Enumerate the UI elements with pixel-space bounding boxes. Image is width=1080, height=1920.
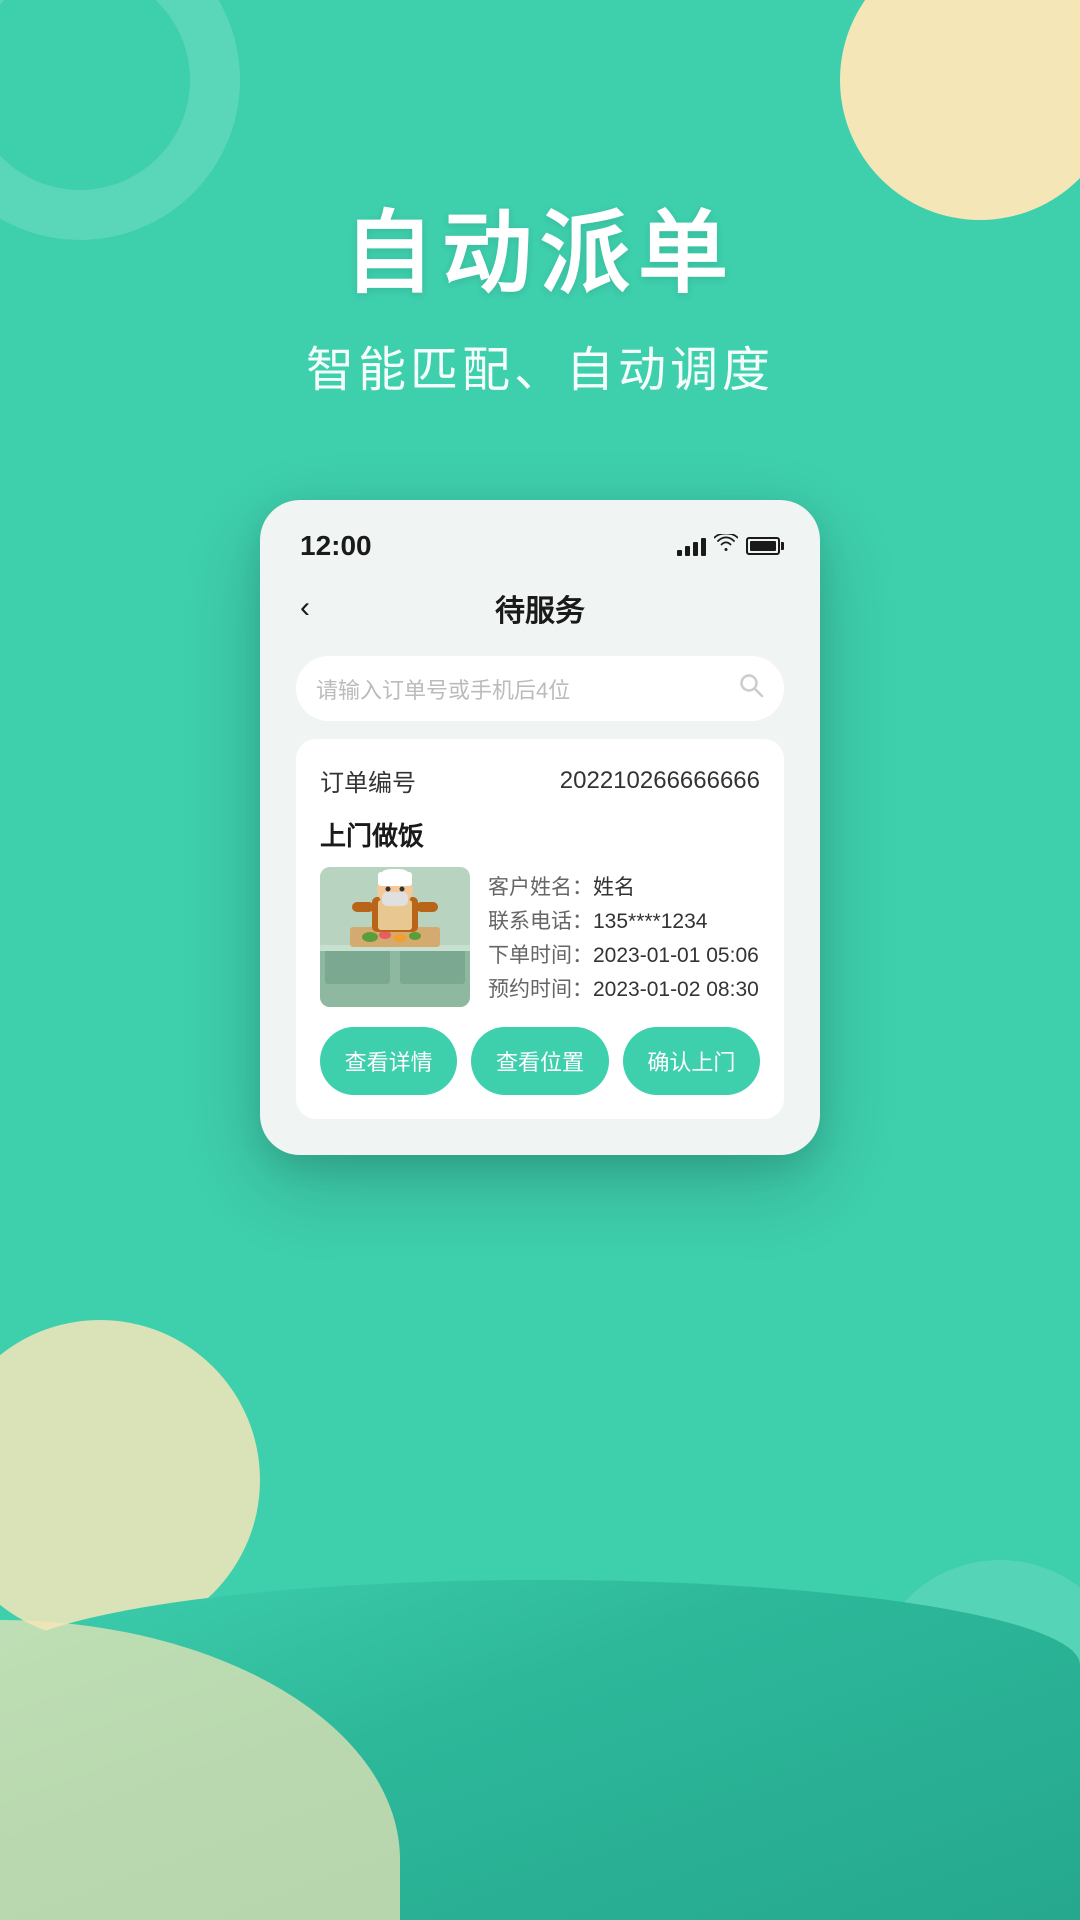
status-bar: 12:00 — [280, 520, 800, 576]
phone-label: 联系电话： — [488, 910, 593, 933]
battery-icon — [746, 537, 780, 555]
search-placeholder: 请输入订单号或手机后4位 — [316, 673, 570, 705]
customer-name-label: 客户姓名： — [488, 876, 593, 899]
phone-wrapper: 12:00 — [0, 500, 1080, 1155]
search-bar[interactable]: 请输入订单号或手机后4位 — [296, 656, 784, 721]
order-time-value: 2023-01-01 05:06 — [593, 944, 759, 967]
service-type: 上门做饭 — [320, 816, 760, 853]
order-number-row: 订单编号 202210266666666 — [320, 763, 760, 798]
status-icons — [677, 534, 780, 558]
main-title: 自动派单 — [0, 180, 1080, 310]
nav-bar: ‹ 待服务 — [280, 576, 800, 646]
sub-title: 智能匹配、自动调度 — [0, 330, 1080, 400]
action-buttons: 查看详情 查看位置 确认上门 — [320, 1027, 760, 1095]
back-button[interactable]: ‹ — [300, 591, 310, 625]
phone-line: 联系电话：135****1234 — [488, 905, 760, 939]
wifi-icon — [714, 534, 738, 558]
detail-button[interactable]: 查看详情 — [320, 1027, 457, 1095]
order-label: 订单编号 — [320, 763, 416, 798]
phone-value: 135****1234 — [593, 910, 707, 933]
search-icon[interactable] — [738, 672, 764, 705]
nav-title: 待服务 — [495, 586, 585, 630]
signal-icon — [677, 536, 706, 556]
service-detail-row: 客户姓名：姓名 联系电话：135****1234 下单时间：2023-01-01… — [320, 867, 760, 1007]
confirm-button[interactable]: 确认上门 — [623, 1027, 760, 1095]
service-image — [320, 867, 470, 1007]
appoint-time-value: 2023-01-02 08:30 — [593, 978, 759, 1001]
order-number: 202210266666666 — [560, 767, 760, 795]
status-time: 12:00 — [300, 530, 372, 562]
order-card: 订单编号 202210266666666 上门做饭 — [296, 739, 784, 1119]
customer-name-line: 客户姓名：姓名 — [488, 871, 760, 905]
service-info: 客户姓名：姓名 联系电话：135****1234 下单时间：2023-01-01… — [488, 867, 760, 1007]
appoint-time-line: 预约时间：2023-01-02 08:30 — [488, 973, 760, 1007]
location-button[interactable]: 查看位置 — [471, 1027, 608, 1095]
order-time-label: 下单时间： — [488, 944, 593, 967]
bg-decoration-blob-left — [0, 1320, 260, 1640]
appoint-time-label: 预约时间： — [488, 978, 593, 1001]
customer-name-value: 姓名 — [593, 876, 635, 899]
order-time-line: 下单时间：2023-01-01 05:06 — [488, 939, 760, 973]
phone-mockup: 12:00 — [260, 500, 820, 1155]
header-area: 自动派单 智能匹配、自动调度 — [0, 0, 1080, 400]
